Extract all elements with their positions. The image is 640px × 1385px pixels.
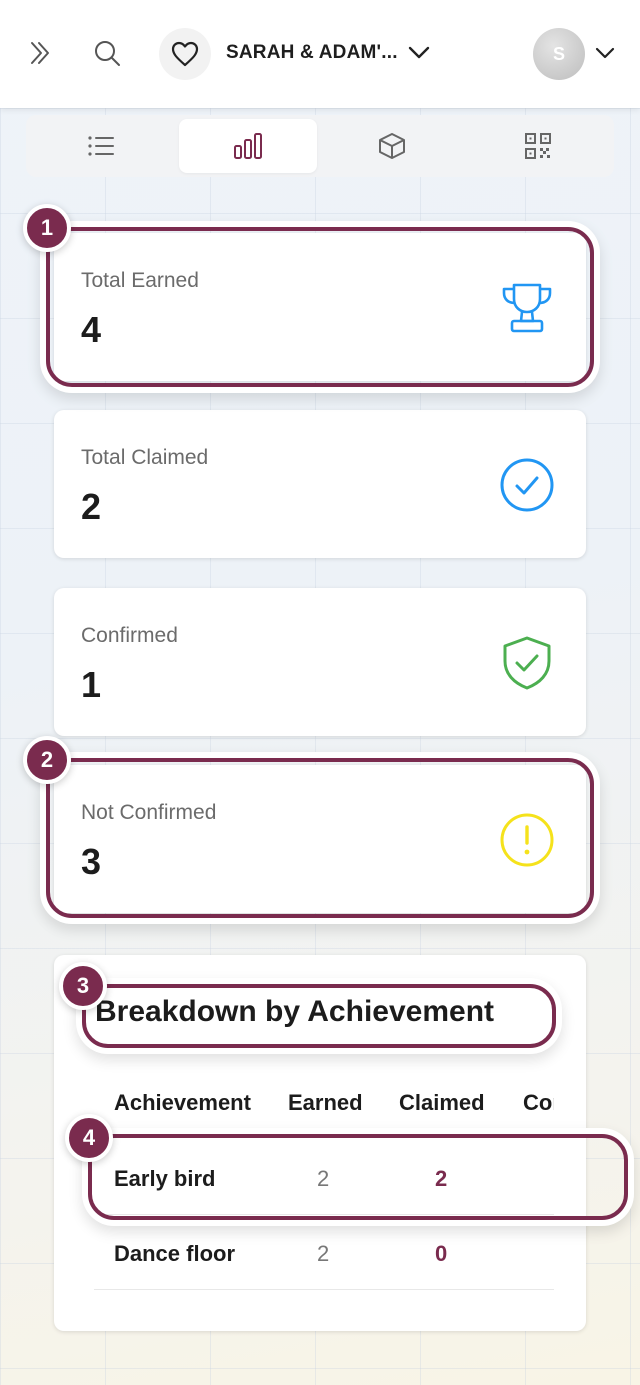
- stat-value: 2: [81, 486, 102, 527]
- double-chevron-right-icon: [31, 42, 49, 64]
- stat-label: Not Confirmed: [81, 801, 217, 824]
- annotation-badge-1: 1: [23, 204, 71, 252]
- heart-icon: [171, 41, 199, 67]
- annotation-badge-3: 3: [59, 962, 107, 1010]
- column-header[interactable]: Claimed: [399, 1090, 485, 1116]
- chevron-down-icon: [408, 46, 430, 59]
- avatar[interactable]: S: [533, 28, 585, 80]
- tab-qr[interactable]: [469, 119, 607, 173]
- cube-icon: [379, 133, 405, 159]
- trophy-icon: [498, 279, 556, 337]
- tab-stats[interactable]: [179, 119, 317, 173]
- stat-card-total-earned: Total Earned 4: [54, 233, 586, 381]
- stat-label: Total Earned: [81, 269, 199, 292]
- bar-chart-icon: [234, 133, 262, 159]
- stat-value: 1: [81, 664, 102, 705]
- annotation-badge-2: 2: [23, 736, 71, 784]
- tab-list[interactable]: [32, 119, 170, 173]
- tab-packages[interactable]: [323, 119, 461, 173]
- table-cell-claimed: 2: [435, 1166, 448, 1191]
- qr-code-icon: [525, 133, 551, 159]
- table-cell-earned: 2: [317, 1166, 330, 1191]
- column-header[interactable]: Earned: [288, 1090, 363, 1116]
- stat-card-not-confirmed: Not Confirmed 3: [54, 765, 586, 913]
- annotation-badge-4: 4: [65, 1114, 113, 1162]
- table-cell-achievement: Early bird: [114, 1166, 216, 1191]
- stat-card-total-claimed: Total Claimed 2: [54, 410, 586, 558]
- stat-value: 3: [81, 841, 102, 882]
- table-cell-achievement: Dance floor: [114, 1241, 236, 1266]
- shield-check-icon: [498, 634, 556, 692]
- table-cell-claimed: 0: [435, 1241, 448, 1266]
- search-button[interactable]: [88, 34, 126, 72]
- row-divider: [94, 1289, 554, 1290]
- event-menu-button[interactable]: [402, 36, 436, 70]
- list-icon: [88, 136, 114, 156]
- stat-label: Confirmed: [81, 624, 178, 647]
- account-menu-button[interactable]: [590, 38, 620, 68]
- view-tabs: [26, 115, 614, 177]
- check-circle-icon: [498, 456, 556, 514]
- column-header[interactable]: Achievement: [114, 1090, 251, 1116]
- breakdown-title: Breakdown by Achievement: [95, 995, 495, 1028]
- stat-label: Total Claimed: [81, 446, 209, 469]
- stat-value: 4: [81, 309, 102, 350]
- column-header[interactable]: Confirmed: [523, 1090, 554, 1116]
- chevron-down-icon: [595, 47, 615, 59]
- achievement-table: Achievement Earned Claimed Confirmed Ear…: [54, 1060, 554, 1310]
- row-divider: [94, 1214, 554, 1215]
- search-icon: [95, 41, 120, 66]
- top-app-bar: SARAH & ADAM'... S: [0, 0, 640, 108]
- event-title[interactable]: SARAH & ADAM'...: [226, 42, 398, 64]
- expand-sidebar-button[interactable]: [22, 34, 60, 72]
- table-cell-earned: 2: [317, 1241, 330, 1266]
- stat-card-confirmed: Confirmed 1: [54, 588, 586, 736]
- alert-circle-icon: [498, 811, 556, 869]
- event-button[interactable]: [159, 28, 211, 80]
